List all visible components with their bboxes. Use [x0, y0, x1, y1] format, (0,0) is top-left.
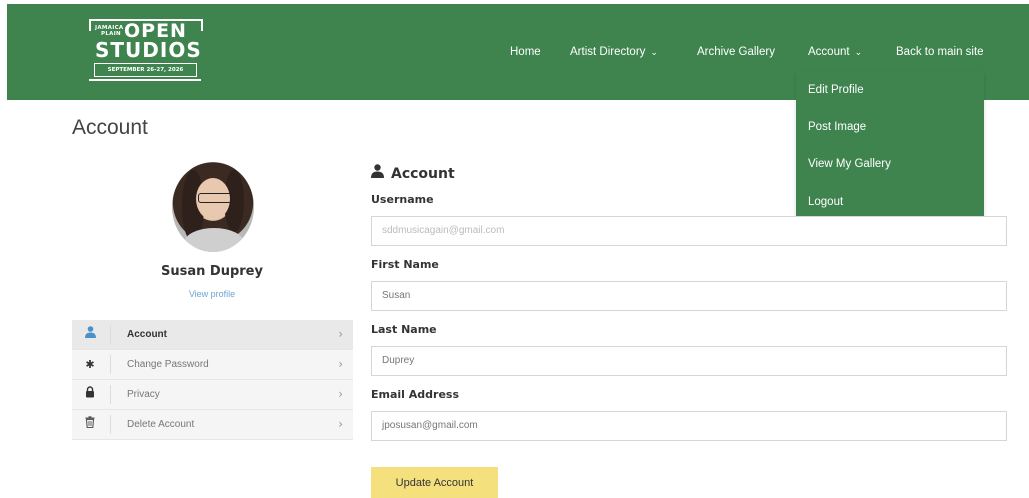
form-heading: Account	[371, 164, 455, 182]
logo-underline	[89, 79, 201, 81]
chevron-right-icon: ›	[338, 327, 343, 341]
person-icon	[72, 320, 108, 349]
nav-back-to-main-site[interactable]: Back to main site	[896, 46, 984, 58]
side-menu-label: Change Password	[127, 359, 209, 370]
chevron-right-icon: ›	[338, 417, 343, 431]
username-label: Username	[371, 193, 434, 206]
side-menu-label: Delete Account	[127, 419, 195, 430]
side-menu-account[interactable]: Account ›	[72, 320, 353, 350]
side-menu-delete-account[interactable]: Delete Account ›	[72, 410, 353, 440]
dropdown-edit-profile[interactable]: Edit Profile	[808, 84, 864, 96]
chevron-right-icon: ›	[338, 357, 343, 371]
update-account-button[interactable]: Update Account	[371, 467, 498, 498]
nav-account[interactable]: Account ⌄	[808, 46, 862, 58]
last-name-field[interactable]: Duprey	[371, 346, 1007, 376]
person-icon	[371, 164, 384, 182]
first-name-field[interactable]: Susan	[371, 281, 1007, 311]
account-dropdown-menu: Edit Profile Post Image View My Gallery …	[796, 72, 984, 221]
dropdown-post-image[interactable]: Post Image	[808, 121, 866, 133]
site-logo[interactable]: JAMAICA PLAIN OPEN STUDIOS SEPTEMBER 26-2…	[89, 19, 204, 84]
nav-home[interactable]: Home	[510, 46, 541, 58]
chevron-right-icon: ›	[338, 387, 343, 401]
chevron-down-icon: ⌄	[650, 47, 658, 57]
nav-artist-directory[interactable]: Artist Directory ⌄	[570, 46, 658, 58]
side-menu-privacy[interactable]: Privacy ›	[72, 380, 353, 410]
user-name: Susan Duprey	[161, 264, 263, 279]
side-menu-label: Account	[127, 329, 167, 340]
dropdown-view-my-gallery[interactable]: View My Gallery	[808, 158, 891, 170]
page-title: Account	[72, 116, 148, 139]
side-menu-label: Privacy	[127, 389, 160, 400]
first-name-label: First Name	[371, 258, 439, 271]
last-name-label: Last Name	[371, 323, 437, 336]
chevron-down-icon: ⌄	[854, 47, 863, 57]
trash-icon	[72, 410, 108, 439]
account-side-menu: Account › ✱ Change Password › Privacy › …	[72, 320, 353, 440]
email-address-label: Email Address	[371, 388, 460, 401]
view-profile-link[interactable]: View profile	[72, 289, 352, 299]
avatar	[172, 162, 254, 252]
logo-dates: SEPTEMBER 26-27, 2026	[94, 63, 197, 77]
asterisk-icon: ✱	[85, 358, 95, 371]
username-field[interactable]: sddmusicagain@gmail.com	[371, 216, 1007, 246]
logo-neighborhood: JAMAICA PLAIN	[95, 25, 124, 37]
dropdown-logout[interactable]: Logout	[808, 196, 843, 208]
side-menu-change-password[interactable]: ✱ Change Password ›	[72, 350, 353, 380]
lock-icon	[72, 380, 108, 409]
email-address-field[interactable]: jposusan@gmail.com	[371, 411, 1007, 441]
logo-studios-text: STUDIOS	[95, 38, 202, 62]
nav-archive-gallery[interactable]: Archive Gallery	[697, 46, 775, 58]
